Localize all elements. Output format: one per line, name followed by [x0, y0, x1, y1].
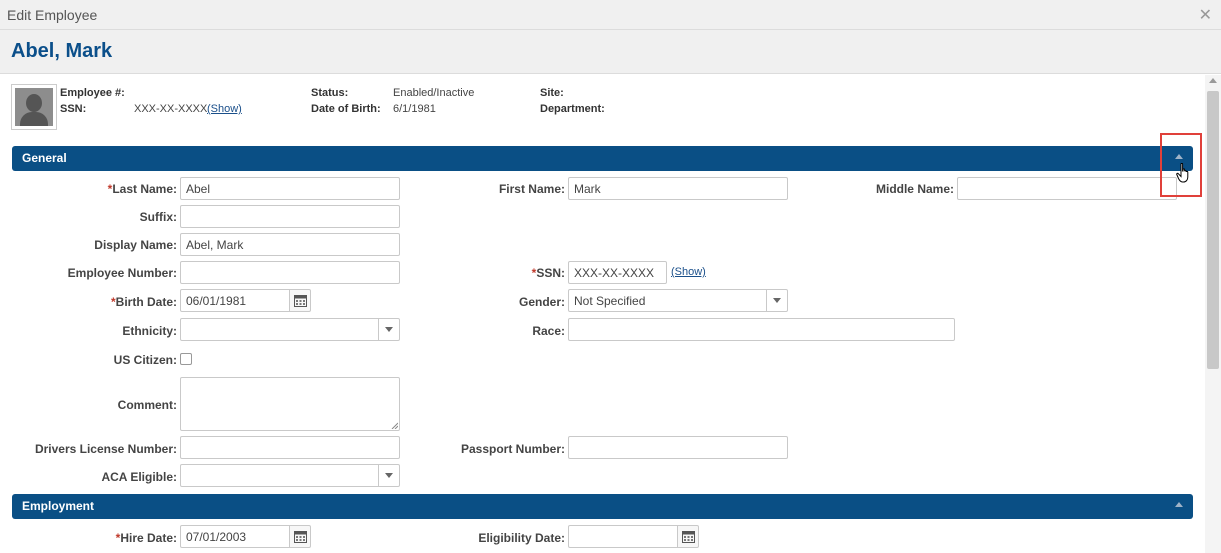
employee-number-input[interactable] — [180, 261, 400, 284]
employment-section-title: Employment — [22, 499, 95, 513]
general-section-title: General — [22, 151, 67, 165]
birth-date-label: *Birth Date: — [10, 295, 177, 309]
last-name-input[interactable]: Abel — [180, 177, 400, 200]
avatar — [11, 84, 57, 130]
ssn-summary-value: XXX-XX-XXXX — [134, 103, 208, 115]
calendar-icon[interactable] — [289, 289, 311, 312]
hire-date-label-text: Hire Date: — [120, 531, 177, 545]
ssn-show-link[interactable]: (Show) — [671, 266, 706, 278]
calendar-icon[interactable] — [677, 525, 699, 548]
gender-label: Gender: — [518, 295, 565, 309]
drivers-license-label: Drivers License Number: — [34, 442, 177, 456]
status-value: Enabled/Inactive — [393, 87, 475, 99]
close-icon[interactable]: ✕ — [1199, 5, 1212, 25]
race-input[interactable] — [568, 318, 955, 341]
dialog-title: Edit Employee — [7, 7, 98, 23]
first-name-label: First Name: — [498, 182, 565, 196]
comment-textarea[interactable] — [180, 377, 400, 431]
gender-selected-value: Not Specified — [574, 294, 646, 308]
employee-number-label: Employee Number: — [67, 266, 177, 280]
chevron-down-icon[interactable] — [378, 319, 399, 340]
ssn-summary-show-link[interactable]: (Show) — [207, 103, 242, 115]
passport-label: Passport Number: — [460, 442, 565, 456]
ssn-label-text: SSN: — [536, 266, 565, 280]
suffix-input[interactable] — [180, 205, 400, 228]
birth-date-input[interactable]: 06/01/1981 — [180, 289, 290, 312]
middle-name-label: Middle Name: — [875, 182, 954, 196]
aca-eligible-label: ACA Eligible: — [101, 470, 177, 484]
passport-input[interactable] — [568, 436, 788, 459]
collapse-icon[interactable] — [1175, 154, 1183, 159]
employee-name-heading: Abel, Mark — [11, 40, 113, 62]
department-label: Department: — [540, 103, 605, 115]
eligibility-date-label: Eligibility Date: — [478, 531, 565, 545]
drivers-license-input[interactable] — [180, 436, 400, 459]
race-label: Race: — [532, 324, 565, 338]
dialog-titlebar: Edit Employee ✕ — [0, 0, 1221, 30]
resize-grip-icon[interactable] — [391, 422, 398, 429]
hire-date-label: *Hire Date: — [10, 531, 177, 545]
eligibility-date-input[interactable] — [568, 525, 678, 548]
middle-name-input[interactable] — [957, 177, 1177, 200]
employment-section-header[interactable]: Employment — [12, 494, 1193, 519]
employee-name-bar: Abel, Mark — [0, 30, 1221, 74]
us-citizen-checkbox[interactable] — [180, 353, 192, 365]
person-icon — [15, 88, 53, 126]
general-section-header[interactable]: General — [12, 146, 1193, 171]
employee-num-label: Employee #: — [60, 87, 125, 99]
display-name-label: Display Name: — [94, 238, 177, 252]
first-name-input[interactable]: Mark — [568, 177, 788, 200]
scroll-up-icon[interactable] — [1209, 78, 1217, 83]
last-name-label-text: Last Name: — [112, 182, 177, 196]
chevron-down-icon[interactable] — [766, 290, 787, 311]
ssn-input[interactable]: XXX-XX-XXXX — [568, 261, 667, 284]
last-name-label: *Last Name: — [10, 182, 177, 196]
comment-label: Comment: — [117, 398, 177, 412]
chevron-down-icon[interactable] — [378, 465, 399, 486]
hire-date-input[interactable]: 07/01/2003 — [180, 525, 290, 548]
collapse-icon[interactable] — [1175, 502, 1183, 507]
display-name-input[interactable]: Abel, Mark — [180, 233, 400, 256]
scrollbar-thumb[interactable] — [1207, 91, 1219, 369]
ssn-summary-label: SSN: — [60, 103, 87, 115]
birth-date-label-text: Birth Date: — [115, 295, 177, 309]
site-label: Site: — [540, 87, 564, 99]
dob-value: 6/1/1981 — [393, 103, 436, 115]
gender-select[interactable]: Not Specified — [568, 289, 788, 312]
ethnicity-label: Ethnicity: — [122, 324, 177, 338]
ssn-label: *SSN: — [430, 266, 565, 280]
ethnicity-select[interactable] — [180, 318, 400, 341]
vertical-scrollbar[interactable] — [1205, 75, 1221, 553]
dob-label: Date of Birth: — [311, 103, 381, 115]
calendar-icon[interactable] — [289, 525, 311, 548]
suffix-label: Suffix: — [139, 210, 177, 224]
status-label: Status: — [311, 87, 349, 99]
aca-eligible-select[interactable] — [180, 464, 400, 487]
us-citizen-label: US Citizen: — [113, 353, 177, 367]
dialog-content: Employee #: SSN: XXX-XX-XXXX (Show) Stat… — [0, 75, 1205, 553]
hand-cursor-icon — [1176, 163, 1189, 183]
